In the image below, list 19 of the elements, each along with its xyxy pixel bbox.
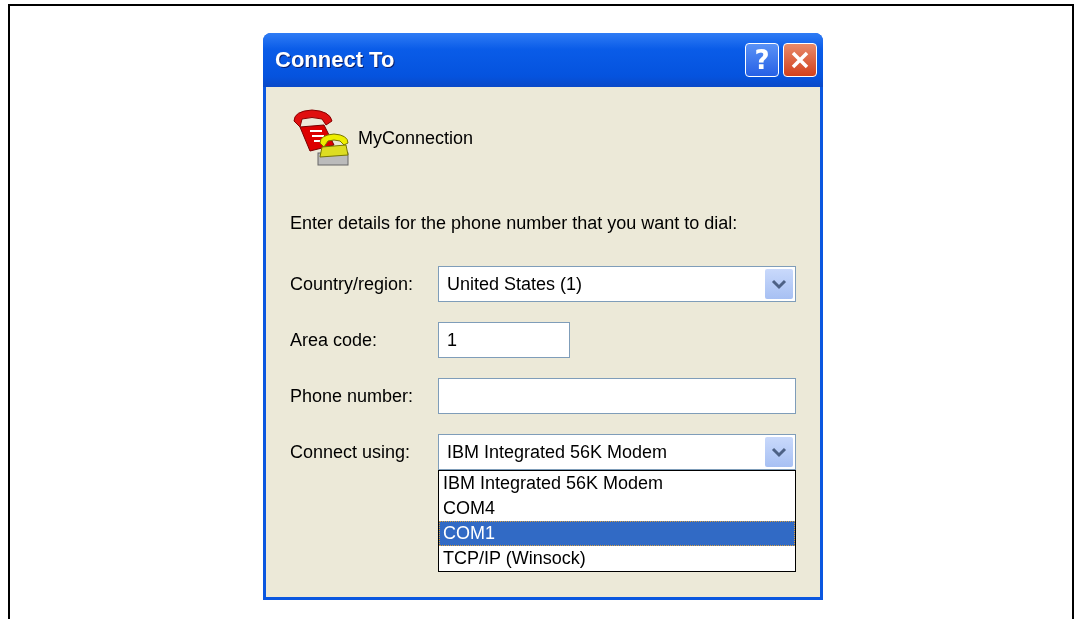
dropdown-field[interactable]: IBM Integrated 56K Modem bbox=[438, 434, 796, 470]
field-label: Area code: bbox=[290, 329, 379, 351]
field-label: Country/region: bbox=[290, 273, 415, 295]
close-button[interactable] bbox=[783, 43, 817, 77]
field-label: Phone number: bbox=[290, 385, 415, 407]
text-field[interactable]: 1 bbox=[438, 322, 570, 358]
dropdown-option[interactable]: COM4 bbox=[439, 496, 795, 521]
dropdown-option[interactable]: TCP/IP (Winsock) bbox=[439, 546, 795, 571]
telephone-icon bbox=[290, 107, 352, 169]
help-button[interactable]: ? bbox=[745, 43, 779, 77]
field-label: Connect using: bbox=[290, 441, 412, 463]
dropdown-option[interactable]: COM1 bbox=[439, 521, 795, 546]
dropdown-field[interactable]: United States (1) bbox=[438, 266, 796, 302]
instruction-text: Enter details for the phone number that you want to dial: bbox=[290, 213, 739, 234]
text-field[interactable] bbox=[438, 378, 796, 414]
dropdown-option[interactable]: IBM Integrated 56K Modem bbox=[439, 471, 795, 496]
connection-name: MyConnection bbox=[358, 127, 474, 149]
window-title: Connect To bbox=[275, 47, 396, 73]
close-icon bbox=[790, 50, 810, 70]
